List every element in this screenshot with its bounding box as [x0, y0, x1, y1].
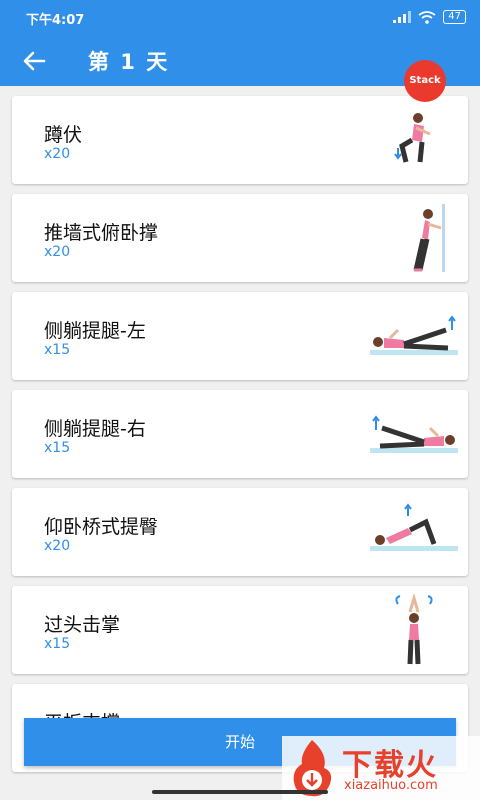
exercise-count: x15: [44, 342, 71, 358]
exercise-card-wall-pushup[interactable]: 推墙式俯卧撑 x20: [12, 194, 468, 282]
exercise-card-glute-bridge[interactable]: 仰卧桥式提臀 x20: [12, 488, 468, 576]
exercise-name: 仰卧桥式提臀: [44, 516, 159, 538]
exercise-card-squat[interactable]: 蹲伏 x20: [12, 96, 468, 184]
exercise-count: x20: [44, 146, 71, 162]
flame-download-icon: [293, 740, 332, 797]
exercise-name: 侧躺提腿-右: [44, 418, 146, 440]
squat-illustration-icon: [394, 113, 431, 163]
status-time: 下午4:07: [26, 13, 85, 28]
exercise-name: 蹲伏: [44, 124, 83, 146]
home-indicator[interactable]: [152, 790, 328, 794]
overhead-clap-illustration-icon: [395, 594, 433, 665]
exercise-count: x20: [44, 538, 71, 554]
watermark-subtitle: xiazaihuo.com: [344, 778, 438, 793]
exercise-name: 侧躺提腿-左: [44, 320, 146, 342]
exercise-count: x15: [44, 636, 71, 652]
battery-icon: 47: [443, 10, 466, 24]
signal-icon: [393, 11, 412, 23]
exercise-count: x15: [44, 440, 71, 456]
stack-badge[interactable]: Stack: [404, 60, 446, 102]
exercise-card-side-leg-raise-left[interactable]: 侧躺提腿-左 x15: [12, 292, 468, 380]
glute-bridge-illustration-icon: [370, 503, 458, 551]
exercise-card-overhead-clap[interactable]: 过头击掌 x15: [12, 586, 468, 674]
back-arrow-icon[interactable]: [20, 47, 48, 75]
page-title: 第 1 天: [88, 50, 170, 74]
status-bar: 下午4:07 47: [0, 0, 480, 34]
wall-pushup-illustration-icon: [413, 204, 445, 272]
status-icons: 47: [393, 9, 466, 25]
exercise-card-side-leg-raise-right[interactable]: 侧躺提腿-右 x15: [12, 390, 468, 478]
side-leg-raise-left-illustration-icon: [370, 315, 458, 355]
side-leg-raise-right-illustration-icon: [370, 415, 458, 453]
exercise-count: x20: [44, 244, 71, 260]
exercise-name: 推墙式俯卧撑: [44, 222, 159, 244]
wifi-icon: [418, 10, 436, 24]
exercise-name: 过头击掌: [44, 614, 121, 636]
